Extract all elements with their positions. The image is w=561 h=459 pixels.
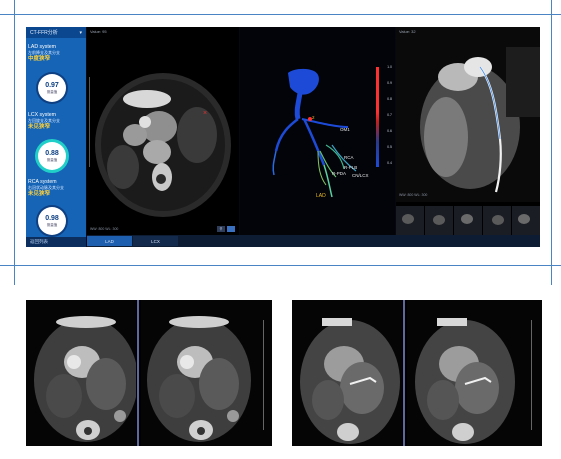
gauge-value: 0.97 — [45, 82, 59, 89]
sidebar-header[interactable]: CT-FFR分析 ▾ — [26, 27, 86, 38]
marker-icon: × — [203, 110, 207, 117]
ffr-color-scale — [376, 67, 379, 167]
sidebar-header-label: CT-FFR分析 — [30, 30, 58, 36]
vessel-tab-bar: LAD LCX — [87, 235, 540, 247]
cross-section-thumb[interactable] — [483, 206, 511, 235]
gauge-label: 测量值 — [46, 223, 58, 227]
ct-slice-image — [26, 300, 136, 446]
cross-section-thumb[interactable] — [425, 206, 453, 235]
coronary-3d-view[interactable]: OM1 RCA R-PDA R-PLB CN/LCX LAD 2 1.0 0.9… — [240, 27, 395, 235]
guide-line-right — [551, 0, 552, 285]
tab-lcx[interactable]: LCX — [133, 236, 178, 246]
back-to-list-button[interactable]: 返回列表 — [26, 237, 86, 247]
axial-ct-image: × — [89, 73, 231, 217]
view-label: Value: 95 — [90, 29, 107, 34]
gauge-value: 0.98 — [45, 215, 59, 222]
sidebar-section-lad[interactable]: LAD system 左前降支及其分支 中度狭窄 0.97 测量值 — [28, 44, 84, 102]
layout-icon[interactable] — [227, 226, 235, 232]
panel-divider — [137, 300, 139, 446]
guide-line-top — [0, 14, 561, 15]
window-level-readout: WW: 800 WL: 300 — [399, 193, 428, 197]
vessel-label: OM1 — [340, 127, 350, 132]
cross-section-thumb[interactable] — [512, 206, 540, 235]
cross-section-strip — [396, 202, 540, 235]
cross-section-thumb[interactable] — [396, 206, 424, 235]
ffr-analysis-app: CT-FFR分析 ▾ LAD system 左前降支及其分支 中度狭窄 0.97… — [26, 27, 540, 247]
section-status: 未见狭窄 — [28, 191, 51, 197]
cross-section-thumb[interactable] — [454, 206, 482, 235]
section-status: 中度狭窄 — [28, 56, 51, 62]
vessel-label: 2 — [312, 115, 315, 120]
zoom-icon[interactable]: ⚲ — [217, 226, 225, 232]
scale-tick-label: 0.6 — [387, 129, 392, 133]
ct-comparison-panel-right — [292, 300, 542, 446]
tab-lad[interactable]: LAD — [87, 236, 132, 246]
axial-ct-view[interactable]: Value: 95 × WW: 800 WL: 300 ⚲ — [87, 27, 239, 235]
coronary-tree-render — [272, 68, 357, 198]
gauge-label: 测量值 — [46, 158, 58, 162]
vessel-label: CN/LCX — [352, 173, 369, 178]
section-status: 未见狭窄 — [28, 124, 51, 130]
tab-label: LAD — [105, 238, 114, 244]
view-tools: ⚲ — [217, 226, 235, 232]
window-level-readout: WW: 800 WL: 300 — [90, 227, 119, 231]
ffr-gauge-rca: 0.98 测量值 — [38, 207, 66, 235]
sidebar-section-rca[interactable]: RCA system 右冠状动脉及其分支 未见狭窄 0.98 测量值 — [28, 179, 84, 235]
scale-tick-label: 1.0 — [387, 65, 392, 69]
ct-comparison-panel-left — [26, 300, 272, 446]
sidebar: CT-FFR分析 ▾ LAD system 左前降支及其分支 中度狭窄 0.97… — [26, 27, 86, 247]
ct-slice-image — [407, 300, 542, 446]
ffr-gauge-lad: 0.97 测量值 — [38, 74, 66, 102]
vessel-label: R-PDA — [332, 171, 347, 176]
ct-slice-image — [292, 300, 402, 446]
scale-tick-label: 0.5 — [387, 145, 392, 149]
vessel-label-lad: LAD — [316, 193, 326, 199]
scale-tick-label: 0.7 — [387, 113, 392, 117]
sidebar-section-lcx[interactable]: LCX system 左回旋支及其分支 未见狭窄 0.88 测量值 — [28, 112, 84, 170]
figure-root: CT-FFR分析 ▾ LAD system 左前降支及其分支 中度狭窄 0.97… — [0, 0, 561, 459]
scale-tick-label: 0.9 — [387, 81, 392, 85]
tab-label: LCX — [151, 238, 160, 244]
ffr-gauge-lcx: 0.88 测量值 — [38, 142, 66, 170]
view-label: Value: 32 — [399, 29, 416, 34]
gauge-value: 0.88 — [45, 150, 59, 157]
chevron-down-icon[interactable]: ▾ — [79, 30, 82, 36]
back-button-label: 返回列表 — [30, 239, 48, 244]
curved-mpr-image — [396, 27, 540, 202]
guide-line-left — [14, 0, 15, 285]
scale-tick-label: 0.4 — [387, 161, 392, 165]
ct-slice-image — [141, 300, 272, 446]
scale-tick-label: 0.8 — [387, 97, 392, 101]
gauge-label: 测量值 — [46, 90, 58, 94]
vessel-label: R-PLB — [344, 165, 358, 170]
guide-line-bottom — [0, 265, 561, 266]
vessel-label: RCA — [344, 155, 354, 160]
panel-divider — [403, 300, 405, 446]
